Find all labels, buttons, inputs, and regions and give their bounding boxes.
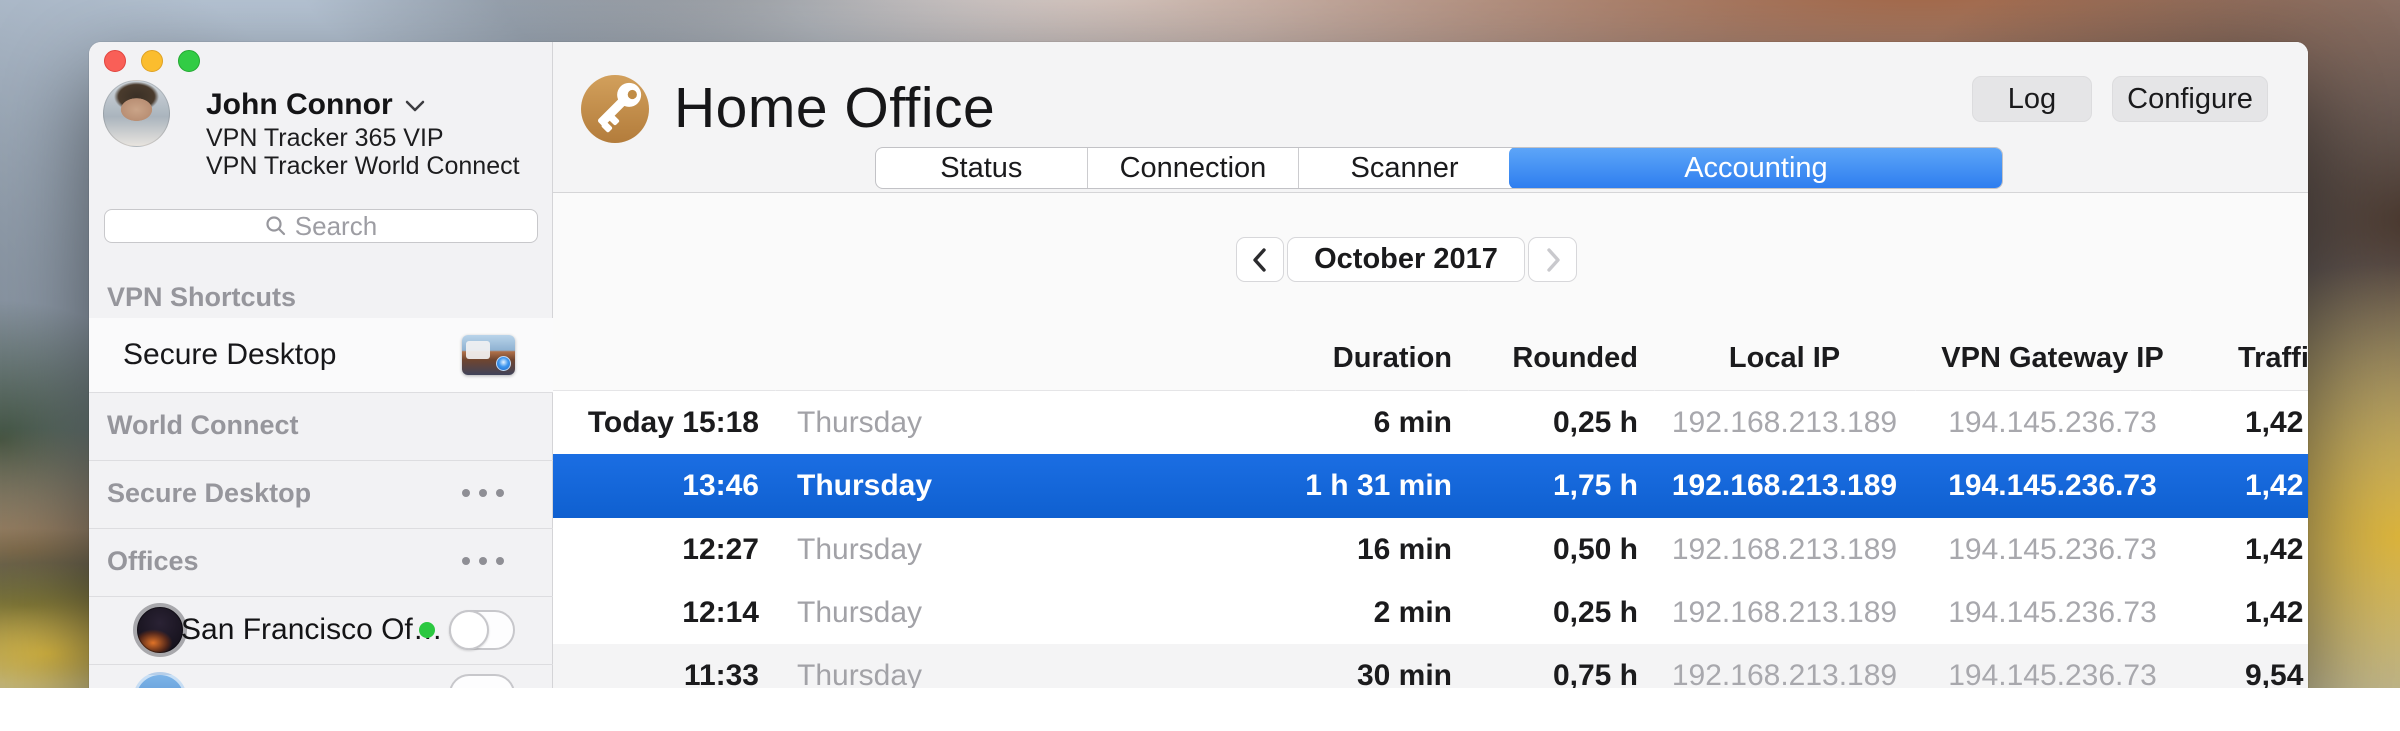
safari-icon bbox=[496, 356, 511, 371]
user-plan-365: VPN Tracker 365 VIP bbox=[206, 124, 444, 153]
column-header-duration[interactable]: Duration bbox=[1295, 333, 1468, 383]
cell-rounded: 0,25 h bbox=[1468, 391, 1654, 454]
table-row[interactable]: Today 15:18 Thursday 6 min 0,25 h 192.16… bbox=[553, 391, 2308, 454]
section-vpn-shortcuts: VPN Shortcuts bbox=[107, 282, 296, 313]
cell-duration: 1 h 31 min bbox=[1295, 454, 1468, 518]
connection-toggle[interactable] bbox=[449, 610, 515, 650]
page-title: Home Office bbox=[674, 75, 995, 141]
desktop-thumbnail bbox=[462, 335, 515, 375]
chevron-left-icon bbox=[1245, 244, 1275, 276]
sidebar-item-secure-desktop-shortcut[interactable]: Secure Desktop bbox=[89, 318, 553, 392]
cell-day: Thursday bbox=[797, 454, 932, 518]
divider bbox=[89, 664, 553, 665]
tab-connection-safe[interactable]: Connection Safe bbox=[1087, 148, 1299, 188]
shortcut-label: Secure Desktop bbox=[123, 318, 336, 392]
column-header-vpn-gateway-ip[interactable]: VPN Gateway IP bbox=[1915, 333, 2190, 383]
divider bbox=[89, 460, 553, 461]
table-row[interactable]: 12:27 Thursday 16 min 0,50 h 192.168.213… bbox=[553, 518, 2308, 581]
divider bbox=[89, 528, 553, 529]
divider bbox=[89, 392, 553, 393]
cell-duration: 16 min bbox=[1295, 518, 1468, 581]
close-button[interactable] bbox=[104, 50, 126, 72]
toggle-knob bbox=[449, 610, 489, 650]
cell-local-ip: 192.168.213.189 bbox=[1654, 391, 1915, 454]
cell-duration: 6 min bbox=[1295, 391, 1468, 454]
minimize-button[interactable] bbox=[141, 50, 163, 72]
cell-gateway-ip: 194.145.236.73 bbox=[1915, 454, 2190, 518]
column-header-local-ip[interactable]: Local IP bbox=[1654, 333, 1915, 383]
cell-traffic: 1,42 bbox=[2245, 454, 2303, 518]
section-world-connect[interactable]: World Connect bbox=[107, 410, 299, 441]
user-name[interactable]: John Connor bbox=[206, 88, 427, 122]
desktop: John Connor VPN Tracker 365 VIP VPN Trac… bbox=[0, 0, 2400, 731]
cell-traffic: 1,42 bbox=[2245, 581, 2303, 644]
table-row-selected[interactable]: 13:46 Thursday 1 h 31 min 1,75 h 192.168… bbox=[553, 454, 2308, 518]
log-button[interactable]: Log bbox=[1972, 76, 2092, 122]
sidebar: John Connor VPN Tracker 365 VIP VPN Trac… bbox=[89, 42, 553, 702]
column-header-traffic[interactable]: Traffic bbox=[2238, 333, 2308, 383]
cell-local-ip: 192.168.213.189 bbox=[1654, 581, 1915, 644]
cell-day: Thursday bbox=[797, 518, 922, 581]
office-avatar bbox=[133, 603, 187, 657]
user-name-label: John Connor bbox=[206, 88, 393, 121]
section-offices[interactable]: Offices bbox=[107, 546, 199, 577]
cell-rounded: 0,25 h bbox=[1468, 581, 1654, 644]
cell-time: Today 15:18 bbox=[553, 391, 775, 454]
divider bbox=[89, 596, 553, 597]
cell-time: 13:46 bbox=[553, 454, 775, 518]
cell-local-ip: 192.168.213.189 bbox=[1654, 518, 1915, 581]
chevron-down-icon bbox=[403, 88, 427, 121]
office-label: San Francisco Of… bbox=[181, 613, 443, 647]
tab-bar: Status Connection Safe Scanner Accountin… bbox=[875, 147, 2003, 189]
more-icon[interactable] bbox=[462, 557, 504, 565]
cell-time: 12:27 bbox=[553, 518, 775, 581]
user-plan-world-connect: VPN Tracker World Connect bbox=[206, 152, 520, 181]
tab-accounting[interactable]: Accounting bbox=[1509, 147, 2003, 189]
accounting-table: October 2017 Duration Rounded Local IP V… bbox=[553, 193, 2308, 692]
cell-gateway-ip: 194.145.236.73 bbox=[1915, 581, 2190, 644]
connection-status-dot bbox=[419, 622, 435, 638]
table-row[interactable]: 12:14 Thursday 2 min 0,25 h 192.168.213.… bbox=[553, 581, 2308, 644]
search-input[interactable]: Search bbox=[104, 209, 538, 243]
search-icon bbox=[265, 215, 287, 237]
cell-rounded: 0,50 h bbox=[1468, 518, 1654, 581]
next-month-button[interactable] bbox=[1528, 237, 1577, 282]
cell-rounded: 1,75 h bbox=[1468, 454, 1654, 518]
configure-button[interactable]: Configure bbox=[2112, 76, 2268, 122]
cell-local-ip: 192.168.213.189 bbox=[1654, 454, 1915, 518]
vpn-tracker-window: John Connor VPN Tracker 365 VIP VPN Trac… bbox=[89, 42, 2308, 702]
cell-duration: 2 min bbox=[1295, 581, 1468, 644]
previous-month-button[interactable] bbox=[1236, 237, 1284, 282]
section-secure-desktop[interactable]: Secure Desktop bbox=[107, 478, 311, 509]
cell-day: Thursday bbox=[797, 581, 922, 644]
tab-status[interactable]: Status bbox=[876, 148, 1087, 188]
cell-traffic: 1,42 bbox=[2245, 518, 2303, 581]
cell-gateway-ip: 194.145.236.73 bbox=[1915, 518, 2190, 581]
cell-traffic: 1,42 bbox=[2245, 391, 2303, 454]
cell-gateway-ip: 194.145.236.73 bbox=[1915, 391, 2190, 454]
bottom-white-band bbox=[0, 688, 2400, 731]
search-placeholder: Search bbox=[295, 211, 377, 242]
zoom-button[interactable] bbox=[178, 50, 200, 72]
tab-scanner[interactable]: Scanner bbox=[1298, 148, 1510, 188]
column-header-rounded[interactable]: Rounded bbox=[1468, 333, 1654, 383]
main-panel: Home Office Log Configure Status Connect… bbox=[553, 42, 2308, 702]
key-icon bbox=[578, 72, 652, 146]
user-avatar bbox=[103, 80, 170, 147]
cell-day: Thursday bbox=[797, 391, 922, 454]
chevron-right-icon bbox=[1538, 244, 1568, 276]
cell-time: 12:14 bbox=[553, 581, 775, 644]
month-selector[interactable]: October 2017 bbox=[1287, 237, 1525, 282]
more-icon[interactable] bbox=[462, 489, 504, 497]
